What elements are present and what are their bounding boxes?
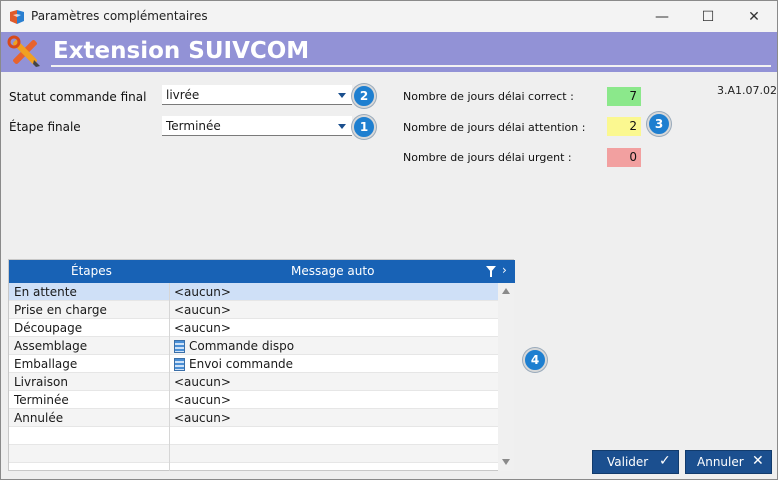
column-header-message[interactable]: Message auto xyxy=(291,264,374,278)
etapes-grid: Étapes Message auto › En attente <aucun> P… xyxy=(8,259,515,471)
cancel-label: Annuler xyxy=(697,455,744,469)
message-cell[interactable]: <aucun> xyxy=(174,375,231,389)
header-title: Extension SUIVCOM xyxy=(51,35,771,67)
title-bar: Paramètres complémentaires — ☐ ✕ xyxy=(1,1,777,32)
column-divider xyxy=(169,283,170,471)
message-template-icon xyxy=(174,339,185,353)
message-cell[interactable]: <aucun> xyxy=(174,411,231,425)
etape-select[interactable]: Terminée xyxy=(162,116,352,136)
message-cell[interactable]: <aucun> xyxy=(174,321,231,335)
maximize-icon: ☐ xyxy=(701,8,715,25)
delay-attention-input[interactable]: 2 xyxy=(607,117,641,136)
message-text: <aucun> xyxy=(174,393,231,407)
message-cell[interactable]: <aucun> xyxy=(174,285,231,299)
message-text: <aucun> xyxy=(174,321,231,335)
delay-urgent-label: Nombre de jours délai urgent : xyxy=(403,151,572,164)
message-cell[interactable]: <aucun> xyxy=(174,303,231,317)
validate-label: Valider xyxy=(607,455,649,469)
message-text: <aucun> xyxy=(174,285,231,299)
delay-urgent-input[interactable]: 0 xyxy=(607,148,641,167)
help-badge-3: 3 xyxy=(647,112,671,136)
help-badge-4: 4 xyxy=(523,348,547,372)
delay-correct-label: Nombre de jours délai correct : xyxy=(403,90,574,103)
window-title: Paramètres complémentaires xyxy=(31,9,208,23)
etape-cell: Assemblage xyxy=(14,339,88,353)
empty-table-row[interactable] xyxy=(9,445,498,463)
etape-label: Étape finale xyxy=(9,120,81,134)
message-template-icon xyxy=(174,357,185,371)
statut-value: livrée xyxy=(166,88,200,102)
app-logo-icon xyxy=(10,10,24,24)
etape-cell: Livraison xyxy=(14,375,68,389)
delay-correct-input[interactable]: 7 xyxy=(607,87,641,106)
check-icon: ✓ xyxy=(659,453,671,469)
header-band: Extension SUIVCOM xyxy=(1,32,777,72)
table-row[interactable]: Assemblage Commande dispo xyxy=(9,337,498,355)
etape-cell: En attente xyxy=(14,285,77,299)
help-badge-2: 2 xyxy=(352,84,376,108)
table-row[interactable]: Annulée <aucun> xyxy=(9,409,498,427)
table-row[interactable]: Découpage <aucun> xyxy=(9,319,498,337)
cross-icon: ✕ xyxy=(752,453,764,469)
table-row[interactable]: Livraison <aucun> xyxy=(9,373,498,391)
statut-select[interactable]: livrée xyxy=(162,85,352,105)
etape-cell: Terminée xyxy=(14,393,69,407)
scroll-down-icon[interactable] xyxy=(502,459,510,465)
message-cell[interactable]: Envoi commande xyxy=(174,357,293,371)
minimize-button[interactable]: — xyxy=(639,1,685,32)
table-row[interactable]: Terminée <aucun> xyxy=(9,391,498,409)
message-cell[interactable]: Commande dispo xyxy=(174,339,294,353)
close-icon: ✕ xyxy=(748,8,760,25)
scroll-up-icon[interactable] xyxy=(502,288,510,294)
table-row[interactable]: Prise en charge <aucun> xyxy=(9,301,498,319)
delay-attention-label: Nombre de jours délai attention : xyxy=(403,121,586,134)
empty-table-row[interactable] xyxy=(9,427,498,445)
vertical-scrollbar[interactable] xyxy=(498,283,514,471)
help-badge-1: 1 xyxy=(352,115,376,139)
close-button[interactable]: ✕ xyxy=(731,1,777,32)
cancel-button[interactable]: Annuler ✕ xyxy=(685,450,772,474)
table-row[interactable]: En attente <aucun> xyxy=(9,283,498,301)
statut-label: Statut commande final xyxy=(9,90,147,104)
message-text: <aucun> xyxy=(174,411,231,425)
etape-cell: Prise en charge xyxy=(14,303,107,317)
message-text: <aucun> xyxy=(174,303,231,317)
dialog-window: Paramètres complémentaires — ☐ ✕ Extensi… xyxy=(0,0,778,480)
message-text: <aucun> xyxy=(174,375,231,389)
chevron-down-icon xyxy=(338,124,346,129)
validate-button[interactable]: Valider ✓ xyxy=(592,450,679,474)
filter-icon[interactable] xyxy=(486,266,496,277)
etape-cell: Annulée xyxy=(14,411,64,425)
chevron-down-icon xyxy=(338,93,346,98)
version-label: 3.A1.07.02 xyxy=(717,84,778,97)
chevron-right-icon[interactable]: › xyxy=(502,263,507,277)
minimize-icon: — xyxy=(655,8,669,25)
tools-icon xyxy=(7,35,40,67)
grid-header: Étapes Message auto › xyxy=(9,260,515,283)
message-cell[interactable]: <aucun> xyxy=(174,393,231,407)
maximize-button[interactable]: ☐ xyxy=(685,1,731,32)
etape-cell: Découpage xyxy=(14,321,83,335)
grid-rows: En attente <aucun> Prise en charge <aucun> D… xyxy=(9,283,498,471)
column-header-etapes[interactable]: Étapes xyxy=(71,264,112,278)
message-text: Commande dispo xyxy=(189,339,295,353)
message-text: Envoi commande xyxy=(189,357,294,371)
etape-cell: Emballage xyxy=(14,357,78,371)
table-row[interactable]: Emballage Envoi commande xyxy=(9,355,498,373)
etape-value: Terminée xyxy=(166,119,221,133)
